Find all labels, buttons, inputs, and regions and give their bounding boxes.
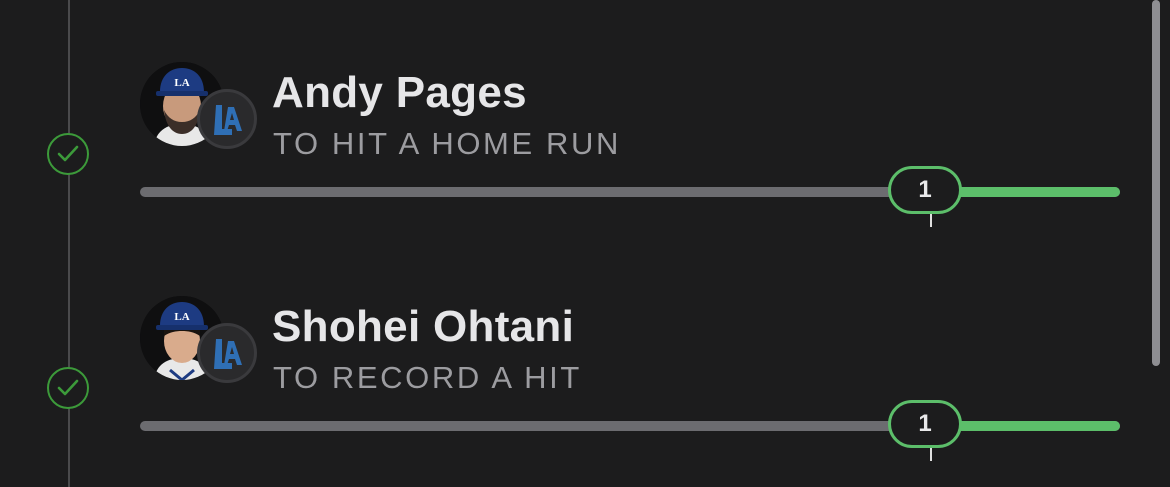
player-name: Andy Pages bbox=[272, 68, 527, 117]
checkmark-circle-icon bbox=[47, 367, 89, 409]
progress-track bbox=[140, 187, 1120, 197]
prop-description: TO HIT A HOME RUN bbox=[273, 126, 621, 161]
la-dodgers-logo-icon bbox=[197, 323, 257, 383]
player-name: Shohei Ohtani bbox=[272, 302, 575, 351]
la-dodgers-logo-icon bbox=[197, 89, 257, 149]
threshold-tick bbox=[930, 214, 932, 227]
prop-description: TO RECORD A HIT bbox=[273, 360, 582, 395]
threshold-marker: 1 bbox=[888, 166, 962, 214]
progress-fill-success bbox=[955, 187, 1120, 197]
threshold-tick bbox=[930, 448, 932, 461]
checkmark-circle-icon bbox=[47, 133, 89, 175]
progress-track bbox=[140, 421, 1120, 431]
parlay-legs-panel: LA Andy Pages TO HIT A HOME RUN 1 LA Sho… bbox=[0, 0, 1170, 487]
svg-text:LA: LA bbox=[174, 77, 189, 89]
threshold-marker: 1 bbox=[888, 400, 962, 448]
progress-fill-success bbox=[955, 421, 1120, 431]
leg-card-andy-pages[interactable]: LA Andy Pages TO HIT A HOME RUN 1 bbox=[0, 0, 1170, 230]
leg-card-shohei-ohtani[interactable]: LA Shohei Ohtani TO RECORD A HIT 1 bbox=[0, 234, 1170, 464]
svg-text:LA: LA bbox=[174, 311, 189, 323]
